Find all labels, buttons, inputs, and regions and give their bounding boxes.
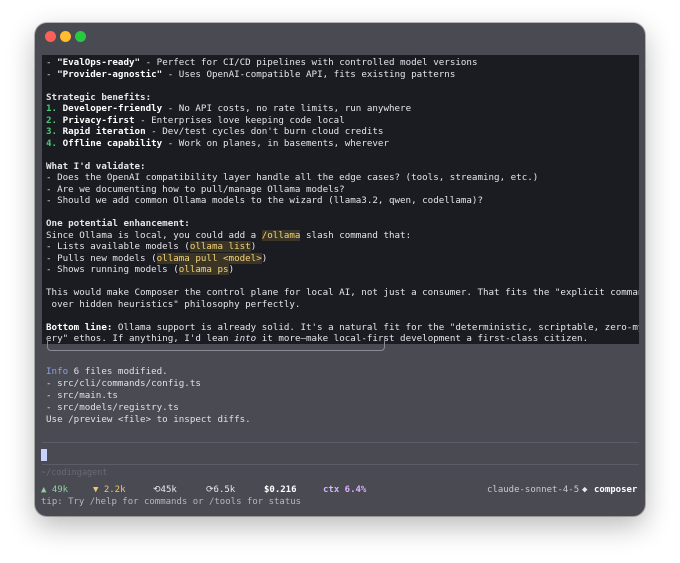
modified-file: - src/models/registry.ts: [46, 402, 179, 413]
title-bar: [35, 23, 645, 49]
diamond-icon: ◆: [582, 485, 588, 495]
cache-read: ⟲45k: [153, 485, 177, 495]
status-bar: ▲ 49k ▼ 2.2k ⟲45k ⟳6.5k $0.216 ctx 6.4% …: [41, 484, 639, 496]
benefit-item: 1. Developer-friendly - No API costs, no…: [46, 103, 412, 114]
benefit-item: 3. Rapid iteration - Dev/test cycles don…: [46, 126, 384, 137]
session-cost: $0.216: [264, 485, 297, 495]
persona-name: composer: [594, 485, 638, 495]
context-usage: ctx 6.4%: [323, 485, 367, 495]
inline-code: ollama pull <model>: [156, 252, 262, 264]
validate-item: - Are we documenting how to pull/manage …: [46, 183, 345, 195]
modified-file: - src/cli/commands/config.ts: [46, 378, 201, 389]
enhancement-item: - Pulls new models (ollama pull <model>): [46, 252, 268, 264]
response-line: - "EvalOps-ready" - Perfect for CI/CD pi…: [46, 57, 478, 68]
inline-code: /ollama: [261, 229, 301, 241]
validate-item: - Does the OpenAI compatibility layer ha…: [46, 172, 539, 183]
message-box-border: [47, 336, 385, 351]
response-line: - "Provider-agnostic" - Uses OpenAI-comp…: [46, 68, 456, 80]
prompt-path: ~/codingagent: [41, 468, 108, 478]
paragraph-line: This would make Composer the control pla…: [46, 287, 639, 298]
input-cursor[interactable]: [41, 449, 47, 461]
section-heading: One potential enhancement:: [46, 218, 190, 229]
terminal-window: - "EvalOps-ready" - Perfect for CI/CD pi…: [35, 23, 645, 516]
inline-code: ollama list: [189, 241, 251, 252]
divider: [42, 464, 639, 465]
enhancement-item: - Lists available models (ollama list): [46, 241, 257, 252]
zoom-window-button[interactable]: [75, 31, 86, 42]
close-window-button[interactable]: [45, 31, 56, 42]
preview-hint: Use /preview <file> to inspect diffs.: [46, 414, 251, 425]
inline-code: ollama ps: [178, 264, 229, 275]
info-message: Info 6 files modified.: [46, 366, 168, 377]
paragraph-line: over hidden heuristics" philosophy perfe…: [46, 298, 301, 310]
model-name: claude-sonnet-4-5: [487, 485, 580, 495]
section-heading: Strategic benefits:: [46, 91, 152, 103]
minimize-window-button[interactable]: [60, 31, 71, 42]
cache-write: ⟳6.5k: [206, 485, 236, 495]
section-heading: What I'd validate:: [46, 160, 146, 172]
tokens-down: ▼ 2.2k: [93, 485, 126, 495]
enhancement-intro: Since Ollama is local, you could add a /…: [46, 229, 412, 241]
validate-item: - Should we add common Ollama models to …: [46, 195, 483, 206]
modified-file: - src/main.ts: [46, 390, 118, 401]
divider: [42, 442, 639, 443]
bottom-line: Bottom line: Ollama support is already s…: [46, 321, 639, 333]
benefit-item: 4. Offline capability - Work on planes, …: [46, 137, 389, 149]
assistant-response-panel[interactable]: - "EvalOps-ready" - Perfect for CI/CD pi…: [42, 55, 639, 344]
benefit-item: 2. Privacy-first - Enterprises love keep…: [46, 114, 345, 126]
tip-text: tip: Try /help for commands or /tools fo…: [41, 497, 302, 507]
tokens-up: ▲ 49k: [41, 485, 69, 495]
enhancement-item: - Shows running models (ollama ps): [46, 264, 235, 275]
